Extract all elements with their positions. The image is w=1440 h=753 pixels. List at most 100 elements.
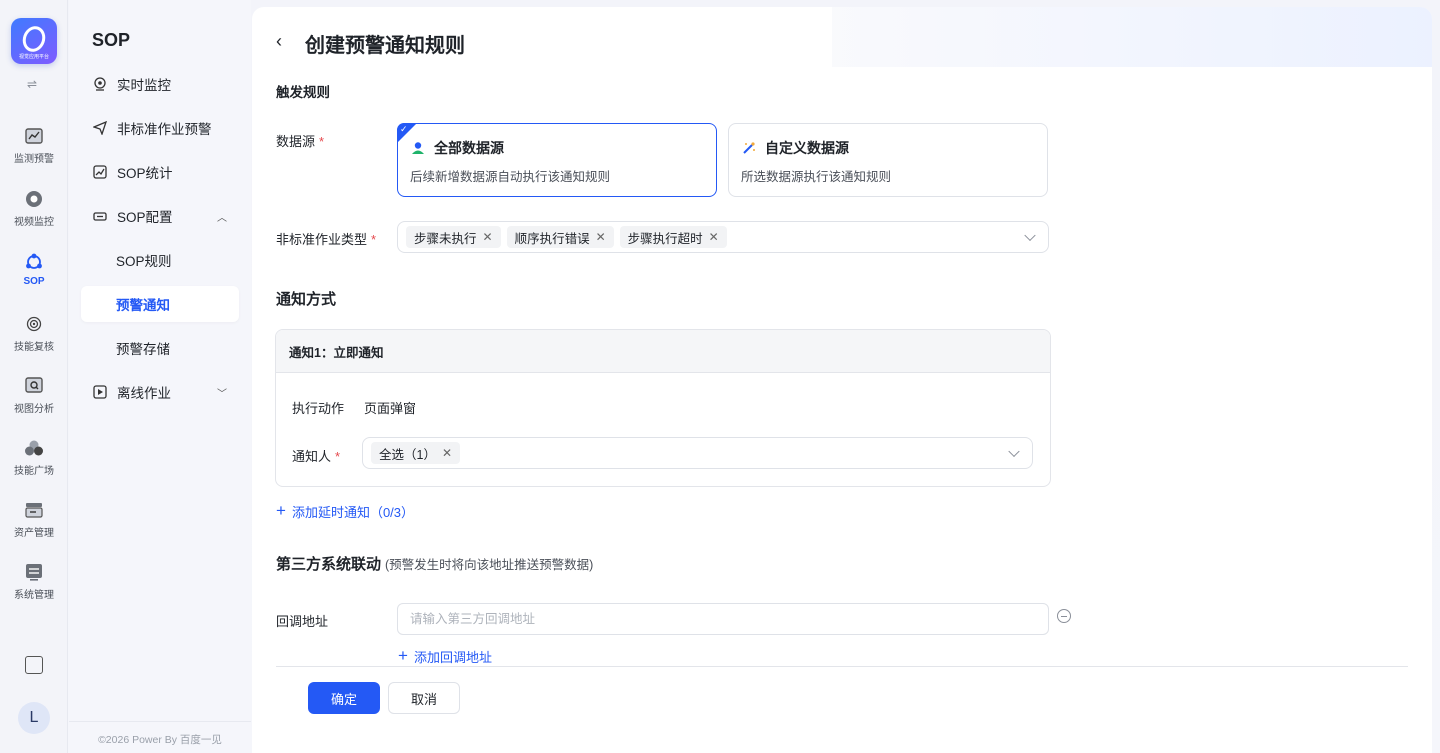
check-icon: ✓	[400, 124, 408, 134]
sidebar-item-realtime-monitor[interactable]: 实时监控	[81, 66, 239, 102]
rail-item-skill-review[interactable]: 技能复核	[0, 314, 68, 353]
sidebar-item-sop-config[interactable]: SOP配置 ︿	[81, 198, 239, 234]
cancel-button[interactable]: 取消	[388, 682, 460, 714]
close-icon[interactable]: ✕	[709, 230, 719, 244]
sop-sidebar: SOP 实时监控 非标准作业预警 SOP统计 SOP配置 ︿ SOP规则 预警通…	[69, 0, 251, 753]
rail-item-label: 系统管理	[14, 590, 54, 601]
datasource-label: 数据源 *	[276, 134, 325, 149]
rail-item-label: 技能复核	[14, 342, 54, 353]
type-tag: 步骤执行超时 ✕	[619, 226, 727, 248]
sidebar-item-label: SOP规则	[116, 254, 172, 269]
type-tag: 顺序执行错误 ✕	[506, 226, 614, 248]
sidebar-item-warning-notice[interactable]: 预警通知	[81, 286, 239, 322]
action-label: 执行动作	[292, 401, 345, 416]
magic-wand-icon	[741, 140, 757, 156]
rail-item-label: 资产管理	[14, 528, 54, 539]
rail-item-label: 视图分析	[14, 404, 54, 415]
rail-item-label: 技能广场	[14, 466, 54, 477]
rail-item-sop[interactable]: SOP	[0, 252, 68, 287]
main-panel: ‹ 创建预警通知规则 触发规则 数据源 * ✓ 全部数据源 后续新增数据源自动执行…	[252, 7, 1432, 753]
app-logo[interactable]: 视觉应用平台	[11, 18, 57, 64]
sidebar-item-label: 离线作业	[117, 386, 171, 401]
sidebar-item-nonstandard-warning[interactable]: 非标准作业预警	[81, 110, 239, 146]
header-gradient	[832, 7, 1432, 67]
footer-divider	[276, 666, 1408, 667]
collapse-toggle-icon[interactable]: ⇌	[27, 77, 37, 91]
send-icon	[93, 121, 107, 135]
option-desc: 所选数据源执行该通知规则	[741, 170, 892, 184]
rail-item-label: 监测预警	[14, 154, 54, 165]
type-multiselect[interactable]: 步骤未执行 ✕ 顺序执行错误 ✕ 步骤执行超时 ✕	[397, 221, 1049, 253]
settings-panel-icon	[24, 562, 44, 582]
sidebar-item-sop-stats[interactable]: SOP统计	[81, 154, 239, 190]
sidebar-item-offline-job[interactable]: 离线作业 ﹀	[81, 374, 239, 410]
type-label: 非标准作业类型 *	[276, 232, 377, 247]
rail-item-label: 视频监控	[14, 217, 54, 228]
option-desc: 后续新增数据源自动执行该通知规则	[410, 170, 611, 184]
type-tag: 步骤未执行 ✕	[406, 226, 501, 248]
rail-item-label: SOP	[23, 276, 45, 287]
cluster-icon	[24, 438, 44, 458]
config-icon	[93, 209, 107, 223]
sidebar-item-label: 实时监控	[117, 78, 171, 93]
add-callback-link[interactable]: + 添加回调地址	[398, 646, 492, 666]
recipient-label: 通知人 *	[292, 449, 341, 464]
rail-item-monitor-warning[interactable]: 监测预警	[0, 126, 68, 165]
action-value: 页面弹窗	[364, 401, 417, 416]
notice-card: 通知1：立即通知 执行动作 页面弹窗 通知人 * 全选（1） ✕	[275, 329, 1051, 487]
rail-item-video[interactable]: 视频监控	[0, 189, 68, 228]
back-arrow-icon[interactable]: ‹	[276, 31, 282, 52]
sidebar-title: SOP	[92, 30, 131, 50]
camera-icon	[24, 189, 44, 209]
sidebar-item-sop-rules[interactable]: SOP规则	[81, 242, 239, 278]
remove-circle-icon[interactable]	[1057, 609, 1071, 623]
close-icon[interactable]: ✕	[483, 230, 493, 244]
sidebar-item-label: 非标准作业预警	[117, 122, 212, 137]
chevron-down-icon	[1024, 229, 1036, 242]
trigger-section-title: 触发规则	[276, 85, 330, 100]
sidebar-item-label: 预警存储	[116, 342, 170, 357]
logo-subtitle: 视觉应用平台	[18, 54, 49, 60]
close-icon[interactable]: ✕	[442, 446, 452, 460]
chevron-up-icon: ︿	[217, 212, 227, 224]
sidebar-item-label: 预警通知	[116, 298, 170, 313]
callback-input[interactable]	[397, 603, 1049, 635]
chevron-down-icon: ﹀	[217, 388, 227, 400]
option-title: 全部数据源	[434, 140, 504, 156]
sop-icon	[24, 252, 44, 272]
rail-item-system[interactable]: 系统管理	[0, 562, 68, 601]
webcam-icon	[93, 77, 107, 91]
sidebar-item-label: SOP配置	[117, 210, 173, 225]
rail-item-assets[interactable]: 资产管理	[0, 500, 68, 539]
avatar[interactable]: L	[18, 702, 50, 734]
page-title: 创建预警通知规则	[305, 35, 465, 57]
chevron-down-icon	[1008, 445, 1020, 458]
third-party-section-title: 第三方系统联动 (预警发生时将向该地址推送预警数据)	[276, 556, 594, 573]
schedule-icon[interactable]	[25, 656, 43, 674]
sidebar-item-warning-storage[interactable]: 预警存储	[81, 330, 239, 366]
add-delay-notice-link[interactable]: + 添加延时通知（0/3）	[276, 501, 414, 521]
recipient-select[interactable]: 全选（1） ✕	[362, 437, 1033, 469]
recipient-tag: 全选（1） ✕	[371, 442, 461, 464]
plus-icon: +	[276, 501, 286, 520]
notice-header: 通知1：立即通知	[276, 330, 1050, 373]
asset-icon	[24, 500, 44, 520]
close-icon[interactable]: ✕	[596, 230, 606, 244]
notify-section-title: 通知方式	[276, 291, 337, 308]
datasource-option-all[interactable]: ✓ 全部数据源 后续新增数据源自动执行该通知规则	[397, 123, 717, 197]
confirm-button[interactable]: 确定	[308, 682, 380, 714]
option-title: 自定义数据源	[765, 140, 849, 156]
play-file-icon	[93, 385, 107, 399]
chart-icon	[24, 126, 44, 146]
copyright: ©2026 Power By 百度一见	[69, 721, 251, 747]
third-party-hint: (预警发生时将向该地址推送预警数据)	[385, 558, 594, 572]
stats-icon	[93, 165, 107, 179]
target-icon	[24, 314, 44, 334]
rail-item-skill-square[interactable]: 技能广场	[0, 438, 68, 477]
datasource-option-custom[interactable]: 自定义数据源 所选数据源执行该通知规则	[728, 123, 1048, 197]
icon-rail: 视觉应用平台 ⇌ 监测预警 视频监控 SOP 技能复核 视图分析 技能广场 资产…	[0, 0, 68, 753]
callback-label: 回调地址	[276, 614, 329, 629]
plus-icon: +	[398, 646, 408, 665]
rail-item-view-analysis[interactable]: 视图分析	[0, 376, 68, 415]
image-search-icon	[24, 376, 44, 396]
